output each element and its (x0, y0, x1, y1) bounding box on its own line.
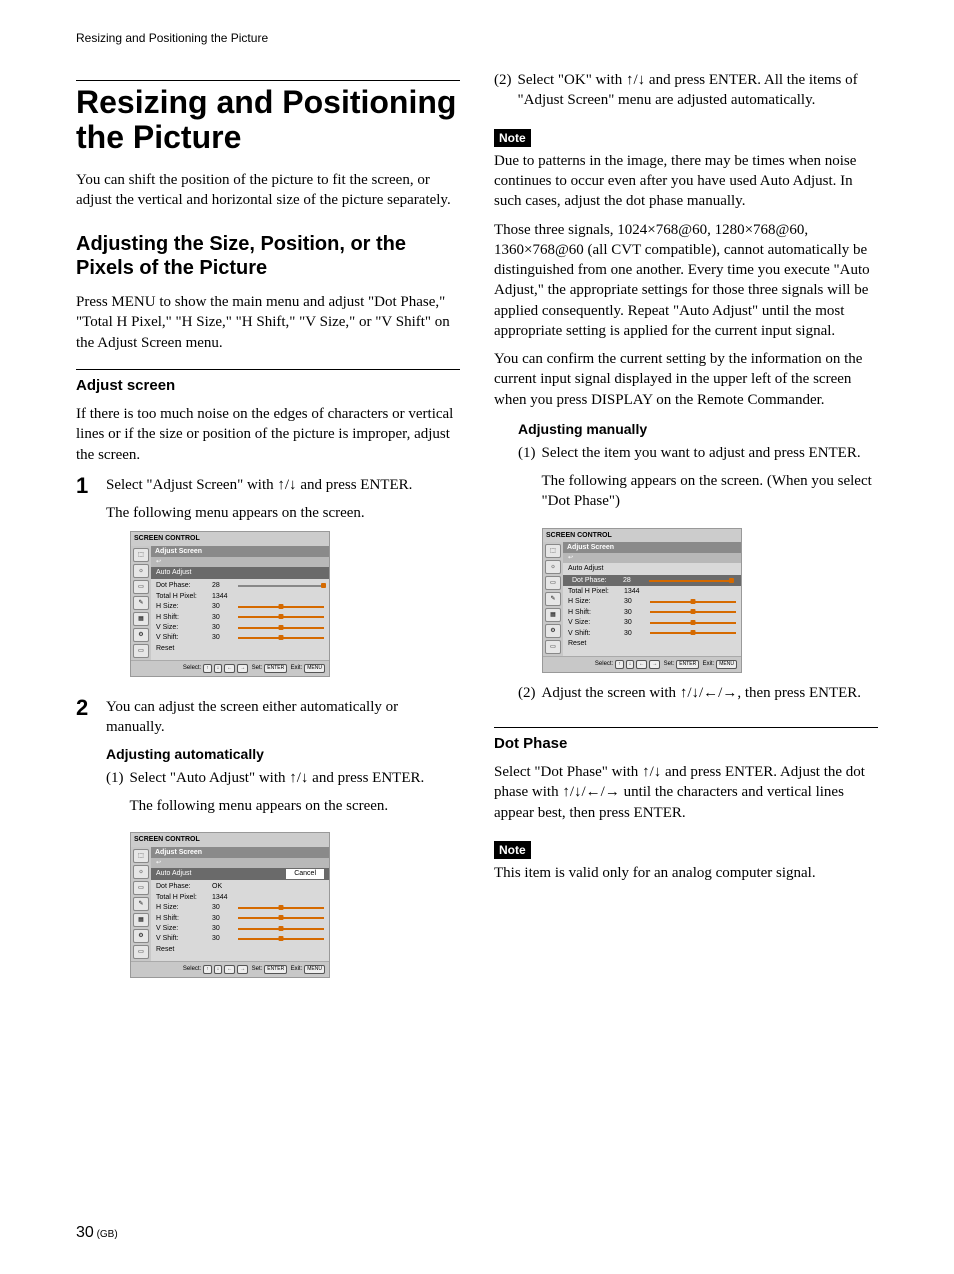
osd-row: V Size:30 (156, 622, 324, 632)
intro-text: You can shift the position of the pictur… (76, 170, 460, 211)
left-column: Resizing and Positioning the Picture You… (76, 66, 460, 987)
osd-row: Total H Pixel:1344 (568, 586, 736, 596)
osd-tab: Adjust Screen (151, 546, 329, 557)
dot-phase-note: This item is valid only for an analog co… (494, 863, 878, 883)
osd-row: Dot Phase:OK (156, 882, 324, 892)
page-number: 30 (76, 1224, 94, 1241)
page-title: Resizing and Positioning the Picture (76, 85, 460, 155)
step-number: 2 (76, 697, 96, 988)
adjust-screen-heading: Adjust screen (76, 376, 460, 396)
auto-heading: Adjusting automatically (106, 745, 460, 764)
osd-icon: ⬚ (133, 548, 149, 562)
osd-row: Dot Phase:28 (156, 581, 324, 591)
dot-phase-body: Select "Dot Phase" with ↑/↓ and press EN… (494, 762, 878, 823)
osd-row: Reset (156, 944, 324, 954)
osd-row: Auto Adjust (568, 563, 736, 574)
manual-item1a: Select the item you want to adjust and p… (542, 443, 879, 463)
step-1: 1 Select "Adjust Screen" with ↑/↓ and pr… (76, 475, 460, 687)
substep-number: (2) (494, 70, 512, 119)
osd-row: V Size:30 (156, 924, 324, 934)
section-heading: Adjusting the Size, Position, or the Pix… (76, 232, 460, 280)
osd-tab: Adjust Screen (151, 847, 329, 858)
manual-item2: Adjust the screen with ↑/↓/←/→, then pre… (542, 683, 879, 703)
osd-tab: Adjust Screen (563, 542, 741, 553)
osd-icon: ⚙ (133, 628, 149, 642)
osd-icon: ▦ (133, 612, 149, 626)
right-column: (2) Select "OK" with ↑/↓ and press ENTER… (494, 66, 878, 987)
note-label: Note (494, 841, 531, 859)
page-footer: 30 (GB) (76, 1222, 118, 1244)
osd-row: Reset (156, 643, 324, 653)
osd-screenshot-1: SCREEN CONTROL ⬚ ☼ ▭ ✎ ▦ ⚙ ▭ Adjust Sc (130, 531, 330, 676)
running-header: Resizing and Positioning the Picture (76, 30, 878, 46)
osd-sidebar: ⬚ ☼ ▭ ✎ ▦ ⚙ ▭ (131, 847, 151, 961)
note-body1: Due to patterns in the image, there may … (494, 151, 878, 212)
osd-row: V Shift:30 (568, 628, 736, 638)
osd-sidebar: ⬚ ☼ ▭ ✎ ▦ ⚙ ▭ (543, 542, 563, 656)
substep-number: (1) (106, 768, 124, 825)
osd-icon: ✎ (133, 596, 149, 610)
osd-row: H Size:30 (156, 602, 324, 612)
osd-title: SCREEN CONTROL (543, 529, 741, 542)
osd-row: H Size:30 (156, 903, 324, 913)
adjust-screen-intro: If there is too much noise on the edges … (76, 404, 460, 465)
osd-icon: ☼ (133, 564, 149, 578)
osd-row: Reset (568, 639, 736, 649)
auto-substep1-follow: The following menu appears on the screen… (130, 796, 461, 816)
substep-number: (1) (518, 443, 536, 520)
manual-item1b: The following appears on the screen. (Wh… (542, 471, 879, 512)
note-body2: Those three signals, 1024×768@60, 1280×7… (494, 220, 878, 342)
substep-number: (2) (518, 683, 536, 711)
osd-footer: Select:↑↓←→ Set:ENTER Exit:MENU (131, 660, 329, 676)
osd-footer: Select:↑↓←→ Set:ENTER Exit:MENU (543, 656, 741, 672)
osd-icon: ▭ (133, 580, 149, 594)
dot-phase-heading: Dot Phase (494, 734, 878, 754)
arrow-up-down-icon: ↑/↓ (642, 764, 661, 780)
step1-followup: The following menu appears on the screen… (106, 503, 460, 523)
osd-highlight-row: Auto AdjustCancel (151, 868, 329, 879)
arrow-up-down-icon: ↑/↓ (289, 770, 308, 786)
step-number: 1 (76, 475, 96, 687)
arrow-up-down-icon: ↑/↓ (277, 477, 296, 493)
osd-title: SCREEN CONTROL (131, 833, 329, 846)
arrow-udlr-icon: ↑/↓/←/→ (680, 685, 738, 701)
osd-row: H Shift:30 (156, 612, 324, 622)
auto-substep2: Select "OK" with ↑/↓ and press ENTER. Al… (518, 70, 879, 111)
osd-row: V Shift:30 (156, 934, 324, 944)
note-label: Note (494, 129, 531, 147)
step-2: 2 You can adjust the screen either autom… (76, 697, 460, 988)
osd-row: H Size:30 (568, 597, 736, 607)
osd-icon: ▭ (133, 644, 149, 658)
osd-row: V Shift:30 (156, 633, 324, 643)
osd-footer: Select:↑↓←→ Set:ENTER Exit:MENU (131, 961, 329, 977)
osd-back: ↩ (151, 858, 329, 868)
osd-title: SCREEN CONTROL (131, 532, 329, 545)
page-lang: (GB) (94, 1229, 118, 1240)
manual-heading: Adjusting manually (518, 420, 878, 439)
osd-row: Total H Pixel:1344 (156, 591, 324, 601)
osd-row-selected: Dot Phase:28 (563, 575, 741, 586)
step2-text: You can adjust the screen either automat… (106, 697, 460, 738)
arrow-udlr-icon: ↑/↓/←/→ (562, 784, 620, 800)
osd-row: Total H Pixel:1344 (156, 892, 324, 902)
osd-row: H Shift:30 (568, 607, 736, 617)
section-body: Press MENU to show the main menu and adj… (76, 292, 460, 353)
arrow-up-down-icon: ↑/↓ (626, 72, 645, 88)
osd-row: H Shift:30 (156, 913, 324, 923)
osd-row: V Size:30 (568, 618, 736, 628)
osd-screenshot-3: SCREEN CONTROL ⬚ ☼ ▭ ✎ ▦ ⚙ ▭ Adjust Scre… (542, 528, 742, 673)
osd-highlight-row: Auto Adjust (151, 567, 329, 578)
osd-sidebar: ⬚ ☼ ▭ ✎ ▦ ⚙ ▭ (131, 546, 151, 660)
note-body3: You can confirm the current setting by t… (494, 349, 878, 410)
auto-substep1: Select "Auto Adjust" with ↑/↓ and press … (130, 768, 461, 788)
osd-back: ↩ (563, 553, 741, 563)
osd-back: ↩ (151, 557, 329, 567)
step1-text: Select "Adjust Screen" with ↑/↓ and pres… (106, 475, 460, 495)
osd-screenshot-2: SCREEN CONTROL ⬚ ☼ ▭ ✎ ▦ ⚙ ▭ Adjust Sc (130, 832, 330, 977)
